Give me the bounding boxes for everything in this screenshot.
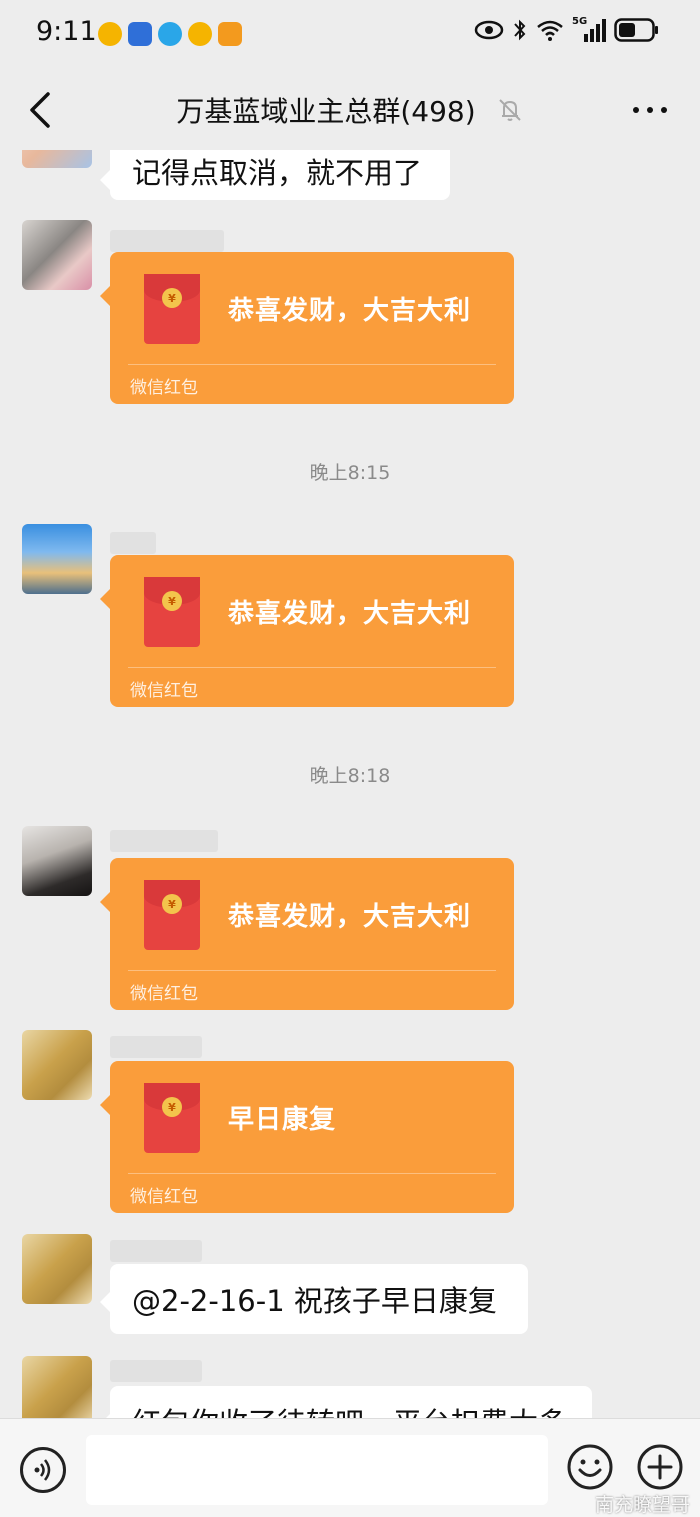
red-packet-message[interactable]: ¥ 恭喜发财，大吉大利 微信红包: [100, 252, 514, 404]
red-packet-message[interactable]: ¥ 恭喜发财，大吉大利 微信红包: [100, 858, 514, 1010]
play-icon: [218, 22, 242, 46]
sender-name: [110, 230, 224, 252]
cellular-icon: 5G: [572, 16, 606, 42]
red-packet-title: 早日康复: [228, 1105, 337, 1135]
divider: [128, 970, 496, 971]
sender-name: [110, 532, 156, 554]
browser-icon: [128, 22, 152, 46]
chat-messages[interactable]: 记得点取消，就不用了 ¥ 恭喜发财，大吉大利 微信红包 晚上8:15 ¥ 恭喜发…: [0, 150, 700, 1418]
red-packet-label: 微信红包: [130, 378, 198, 398]
message-input[interactable]: [86, 1435, 548, 1505]
eye-icon: [474, 20, 504, 40]
divider: [128, 667, 496, 668]
red-packet-icon: ¥: [144, 274, 200, 344]
avatar[interactable]: [22, 826, 92, 896]
voice-input-button[interactable]: [20, 1447, 66, 1493]
message-bubble[interactable]: 红包你收了待转吧，平台扣费太多: [100, 1386, 592, 1418]
avatar[interactable]: [22, 220, 92, 290]
more-options-button[interactable]: [630, 100, 670, 120]
red-packet-icon: ¥: [144, 880, 200, 950]
sender-name: [110, 1240, 202, 1262]
sender-name: [110, 1360, 202, 1382]
red-packet-icon: ¥: [144, 1083, 200, 1153]
mute-bell-icon: [498, 99, 521, 121]
voice-icon: [34, 1459, 51, 1481]
status-time: 9:11: [36, 16, 97, 47]
sender-name: [110, 830, 218, 852]
divider: [128, 364, 496, 365]
avatar[interactable]: [22, 150, 92, 168]
red-packet-label: 微信红包: [130, 984, 198, 1004]
wifi-icon: [537, 20, 563, 41]
red-packet-label: 微信红包: [130, 681, 198, 701]
battery-icon: [614, 18, 658, 42]
weibo-icon: [98, 22, 122, 46]
avatar[interactable]: [22, 1356, 92, 1418]
timestamp: 晚上8:18: [309, 765, 391, 787]
chat-header: 万基蓝域业主总群(498): [0, 72, 700, 150]
message-bubble[interactable]: 记得点取消，就不用了: [100, 150, 450, 200]
timestamp: 晚上8:15: [309, 462, 391, 484]
message-bubble[interactable]: @2-2-16-1 祝孩子早日康复: [100, 1264, 528, 1334]
message-text: @2-2-16-1 祝孩子早日康复: [132, 1284, 497, 1318]
emoji-button[interactable]: [566, 1443, 614, 1491]
red-packet-label: 微信红包: [130, 1187, 198, 1207]
red-packet-icon: ¥: [144, 577, 200, 647]
watermark: 南充瞭望哥: [594, 1494, 690, 1516]
red-packet-title: 恭喜发财，大吉大利: [228, 296, 472, 326]
compass-icon: [158, 22, 182, 46]
divider: [128, 1173, 496, 1174]
avatar[interactable]: [22, 1234, 92, 1304]
red-packet-title: 恭喜发财，大吉大利: [228, 599, 472, 629]
bluetooth-icon: [514, 19, 526, 41]
status-indicators: 5G: [474, 16, 660, 42]
status-app-icons: [98, 22, 242, 46]
avatar[interactable]: [22, 524, 92, 594]
status-bar: 9:11 5G: [0, 0, 700, 72]
sender-name: [110, 1036, 202, 1058]
avatar[interactable]: [22, 1030, 92, 1100]
red-packet-message[interactable]: ¥ 恭喜发财，大吉大利 微信红包: [100, 555, 514, 707]
red-packet-title: 恭喜发财，大吉大利: [228, 902, 472, 932]
weibo-icon: [188, 22, 212, 46]
message-text: 红包你收了待转吧，平台扣费太多: [132, 1400, 567, 1418]
plus-button[interactable]: [636, 1443, 684, 1491]
chat-title: 万基蓝域业主总群(498): [176, 95, 476, 128]
red-packet-message[interactable]: ¥ 早日康复 微信红包: [100, 1061, 514, 1213]
message-text: 记得点取消，就不用了: [132, 156, 423, 190]
chat-title-wrap: 万基蓝域业主总群(498): [0, 90, 700, 130]
